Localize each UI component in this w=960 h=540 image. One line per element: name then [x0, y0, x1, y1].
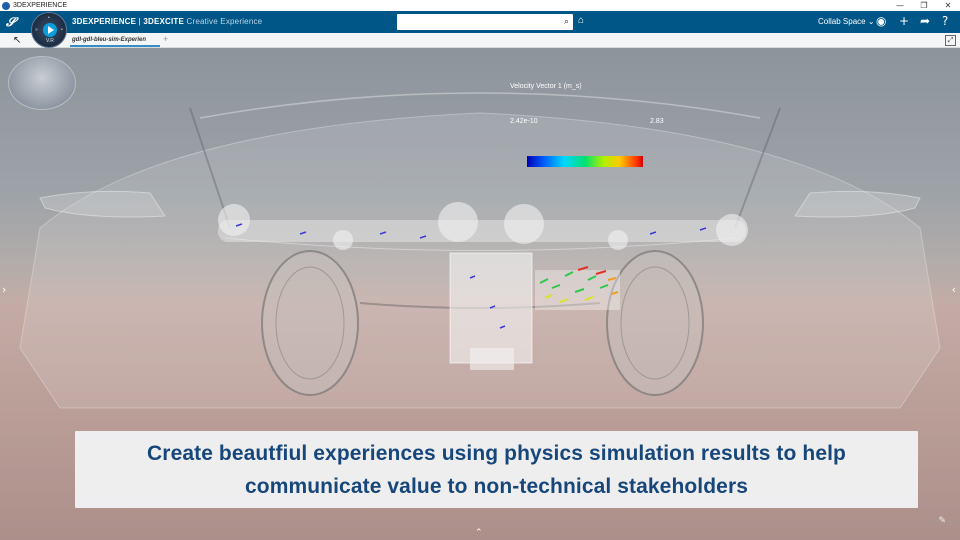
compass-north-icon[interactable]: •: [48, 15, 50, 21]
compass-widget[interactable]: • » • V.R: [31, 12, 67, 48]
add-tab-button[interactable]: +: [163, 34, 168, 44]
brand-app: 3DEXCITE: [143, 17, 185, 26]
chevron-up-icon[interactable]: ⌃: [475, 528, 483, 538]
legend-color-bar: [527, 156, 643, 167]
tab-experience[interactable]: gdl-gdl-bleu-sim-Experien: [70, 34, 160, 47]
caption-line-1: Create beautfiul experiences using physi…: [147, 441, 846, 465]
close-button[interactable]: ✕: [936, 1, 960, 10]
os-window-title: 3DEXPERIENCE: [13, 2, 68, 9]
brand-sub: Creative Experience: [184, 17, 263, 26]
app-logo-icon: [2, 1, 10, 10]
pen-icon[interactable]: ✎: [938, 516, 946, 526]
tag-icon[interactable]: ⌂: [578, 15, 584, 26]
chevron-left-icon[interactable]: ›: [2, 283, 6, 296]
expand-icon[interactable]: ⤢: [945, 35, 956, 46]
add-icon[interactable]: +: [899, 14, 909, 28]
collab-space-label: Collab Space: [818, 17, 866, 26]
play-icon[interactable]: [43, 23, 57, 37]
share-icon[interactable]: ➦: [920, 14, 930, 28]
search-icon[interactable]: ⌕: [564, 16, 569, 27]
minimize-button[interactable]: —: [888, 1, 912, 10]
legend-title: Velocity Vector 1 (m_s): [510, 83, 582, 90]
caption-line-2: communicate value to non-technical stake…: [245, 474, 748, 498]
chevron-right-icon[interactable]: ‹: [952, 283, 956, 296]
app-window: 3DEXPERIENCE — ❐ ✕ 𝓢 3DEXPERIENCE | 3DEX…: [0, 0, 960, 540]
minimap-thumbnail[interactable]: [8, 56, 76, 110]
restore-button[interactable]: ❐: [912, 1, 936, 10]
legend-min-value: 2.42e-10: [510, 118, 538, 125]
brand-title: 3DEXPERIENCE | 3DEXCITE Creative Experie…: [72, 17, 262, 26]
top-bar: 𝓢 3DEXPERIENCE | 3DEXCITE Creative Exper…: [0, 11, 960, 33]
3d-viewport[interactable]: Velocity Vector 1 (m_s) 2.42e-10 2.83 › …: [0, 48, 960, 540]
compass-version: V.R: [46, 38, 54, 44]
caption-banner: Create beautfiul experiences using physi…: [75, 431, 918, 508]
os-title-bar: 3DEXPERIENCE — ❐ ✕: [0, 0, 960, 11]
legend-max-value: 2.83: [650, 118, 664, 125]
compass-east-icon[interactable]: •: [61, 27, 63, 33]
help-icon[interactable]: ?: [942, 14, 948, 28]
user-icon[interactable]: ◉: [876, 14, 886, 28]
compass-west-icon[interactable]: »: [35, 27, 38, 33]
collab-space-dropdown[interactable]: Collab Space ⌄: [818, 17, 875, 26]
select-cursor-icon[interactable]: ↖: [13, 35, 21, 46]
brand-main: 3DEXPERIENCE: [72, 17, 137, 26]
search-input[interactable]: ⌕: [397, 14, 573, 30]
ds-logo-icon[interactable]: 𝓢: [6, 15, 22, 29]
tab-bar: ↖ gdl-gdl-bleu-sim-Experien + ⤢: [0, 33, 960, 48]
